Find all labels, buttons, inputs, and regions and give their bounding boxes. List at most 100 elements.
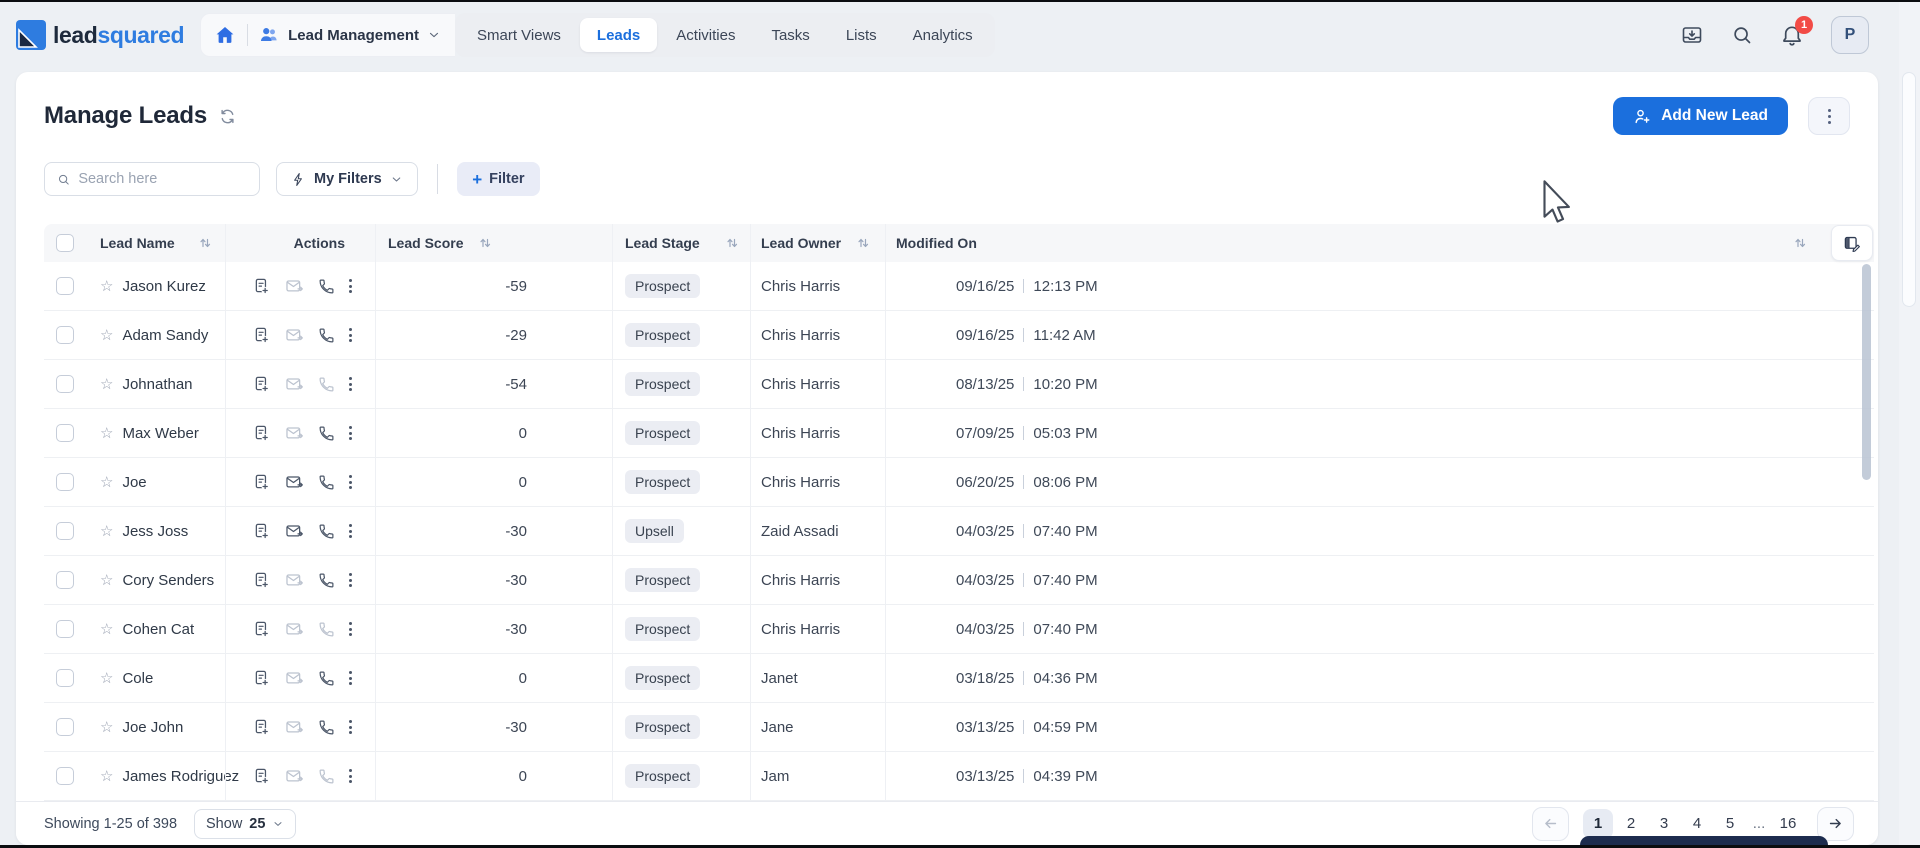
lead-name-link[interactable]: Johnathan [122,376,192,393]
call-icon[interactable] [318,621,335,638]
select-all-checkbox[interactable] [56,234,74,252]
row-checkbox[interactable] [56,326,74,344]
star-icon[interactable]: ☆ [100,375,113,393]
home-button[interactable] [213,23,237,47]
add-activity-icon[interactable] [252,522,271,541]
send-email-icon[interactable] [285,718,304,737]
table-scrollbar-thumb[interactable] [1862,264,1871,480]
star-icon[interactable]: ☆ [100,718,113,736]
next-page-button[interactable] [1817,806,1854,841]
star-icon[interactable]: ☆ [100,522,113,540]
page-button-2[interactable]: 2 [1616,809,1646,839]
page-scrollbar[interactable] [1899,2,1920,845]
search-button[interactable] [1731,24,1753,46]
add-activity-icon[interactable] [252,620,271,639]
call-icon[interactable] [318,474,335,491]
row-more-icon[interactable] [349,524,352,538]
row-more-icon[interactable] [349,622,352,636]
row-checkbox[interactable] [56,767,74,785]
module-switcher[interactable]: Lead Management [258,24,441,46]
add-activity-icon[interactable] [252,669,271,688]
tab-lists[interactable]: Lists [829,18,894,52]
send-email-icon[interactable] [285,767,304,786]
sort-lead-score-icon[interactable] [479,237,491,249]
tab-analytics[interactable]: Analytics [896,18,990,52]
lead-name-link[interactable]: Joe [122,474,146,491]
send-email-icon[interactable] [285,620,304,639]
call-icon[interactable] [318,768,335,785]
star-icon[interactable]: ☆ [100,326,113,344]
send-email-icon[interactable] [285,669,304,688]
page-button-4[interactable]: 4 [1682,809,1712,839]
row-more-icon[interactable] [349,720,352,734]
page-button-1[interactable]: 1 [1583,808,1613,839]
search-input[interactable] [78,171,247,187]
send-email-icon[interactable] [285,424,304,443]
page-scrollbar-thumb[interactable] [1902,72,1916,307]
row-more-icon[interactable] [349,426,352,440]
add-activity-icon[interactable] [252,277,271,296]
row-checkbox[interactable] [56,669,74,687]
tab-smart-views[interactable]: Smart Views [460,18,578,52]
call-icon[interactable] [318,425,335,442]
send-email-icon[interactable] [285,326,304,345]
row-checkbox[interactable] [56,375,74,393]
row-checkbox[interactable] [56,522,74,540]
call-icon[interactable] [318,376,335,393]
call-icon[interactable] [318,327,335,344]
leadsquared-logo[interactable]: leadsquared [16,20,185,50]
tab-leads[interactable]: Leads [579,18,658,52]
row-more-icon[interactable] [349,671,352,685]
tab-tasks[interactable]: Tasks [754,18,826,52]
edit-columns-button[interactable] [1831,225,1873,261]
lead-name-link[interactable]: Max Weber [122,425,198,442]
star-icon[interactable]: ☆ [100,277,113,295]
call-icon[interactable] [318,572,335,589]
lead-name-link[interactable]: Jason Kurez [122,278,205,295]
row-more-icon[interactable] [349,475,352,489]
lead-name-link[interactable]: Jess Joss [122,523,188,540]
sort-lead-stage-icon[interactable] [726,237,738,249]
add-activity-icon[interactable] [252,326,271,345]
page-size-dropdown[interactable]: Show 25 [194,808,297,839]
add-new-lead-button[interactable]: Add New Lead [1613,97,1788,135]
row-more-icon[interactable] [349,377,352,391]
prev-page-button[interactable] [1532,806,1569,841]
row-checkbox[interactable] [56,277,74,295]
row-checkbox[interactable] [56,473,74,491]
row-checkbox[interactable] [56,424,74,442]
lead-name-link[interactable]: Joe John [122,719,183,736]
more-options-button[interactable] [1808,97,1850,135]
add-activity-icon[interactable] [252,424,271,443]
row-more-icon[interactable] [349,328,352,342]
add-activity-icon[interactable] [252,767,271,786]
add-activity-icon[interactable] [252,473,271,492]
import-tray-button[interactable] [1680,23,1704,47]
row-more-icon[interactable] [349,279,352,293]
star-icon[interactable]: ☆ [100,473,113,491]
send-email-icon[interactable] [285,522,304,541]
row-more-icon[interactable] [349,573,352,587]
row-checkbox[interactable] [56,571,74,589]
user-avatar[interactable]: P [1831,16,1869,54]
sort-lead-owner-icon[interactable] [857,237,869,249]
refresh-button[interactable] [218,107,237,126]
sort-lead-name-icon[interactable] [199,237,211,249]
star-icon[interactable]: ☆ [100,669,113,687]
lead-name-link[interactable]: Cohen Cat [122,621,194,638]
star-icon[interactable]: ☆ [100,767,113,785]
row-checkbox[interactable] [56,718,74,736]
add-activity-icon[interactable] [252,571,271,590]
call-icon[interactable] [318,719,335,736]
row-more-icon[interactable] [349,769,352,783]
call-icon[interactable] [318,670,335,687]
my-filters-dropdown[interactable]: My Filters [276,162,418,196]
page-button-5[interactable]: 5 [1715,809,1745,839]
add-activity-icon[interactable] [252,375,271,394]
add-filter-button[interactable]: + Filter [457,162,540,196]
tab-activities[interactable]: Activities [659,18,752,52]
star-icon[interactable]: ☆ [100,571,113,589]
notifications-button[interactable]: 1 [1780,16,1813,47]
lead-name-link[interactable]: Cory Senders [122,572,214,589]
call-icon[interactable] [318,523,335,540]
